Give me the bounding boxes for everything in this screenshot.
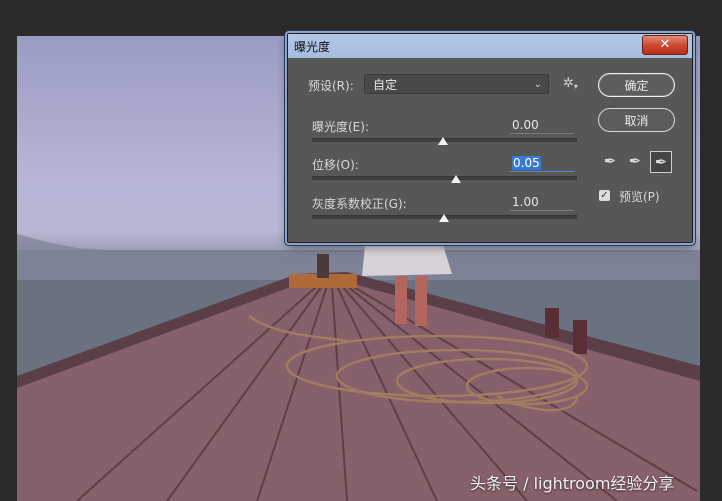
cancel-button[interactable]: 取消 <box>598 108 675 132</box>
gray-eyedropper-icon[interactable]: ✒ <box>625 151 645 171</box>
gamma-label: 灰度系数校正(G): <box>312 197 407 211</box>
chevron-down-icon: ⌄ <box>533 79 542 90</box>
dialog-title: 曝光度 <box>294 40 331 54</box>
dialog-titlebar[interactable]: 曝光度 ✕ <box>288 34 692 58</box>
gamma-slider-thumb[interactable] <box>439 214 449 222</box>
offset-value: 0.05 <box>512 156 541 170</box>
exposure-field[interactable]: 0.00 <box>510 116 574 134</box>
offset-slider-track[interactable] <box>312 176 577 180</box>
white-eyedropper-icon[interactable]: ✒ <box>650 151 672 173</box>
gamma-field[interactable]: 1.00 <box>510 193 574 211</box>
exposure-dialog: 曝光度 ✕ 预设(R): 自定 ⌄ ✲▾ 曝光度(E): 0.00 位移(O):… <box>287 33 693 243</box>
watermark-text: 头条号 / lightroom经验分享 <box>470 474 675 493</box>
offset-label: 位移(O): <box>312 158 359 172</box>
preset-value: 自定 <box>373 78 398 92</box>
exposure-value: 0.00 <box>512 118 539 132</box>
preview-label: 预览(P) <box>619 190 660 204</box>
exposure-label: 曝光度(E): <box>312 120 369 134</box>
ok-button[interactable]: 确定 <box>598 73 675 97</box>
offset-field[interactable]: 0.05 <box>510 154 574 172</box>
black-eyedropper-icon[interactable]: ✒ <box>600 151 620 171</box>
preview-checkbox[interactable]: ✓ <box>599 190 610 201</box>
preset-label: 预设(R): <box>308 79 354 93</box>
gear-icon[interactable]: ✲▾ <box>563 76 578 91</box>
offset-slider-thumb[interactable] <box>451 175 461 183</box>
preset-select[interactable]: 自定 ⌄ <box>364 74 549 94</box>
close-icon: ✕ <box>659 37 671 52</box>
close-button[interactable]: ✕ <box>642 35 688 55</box>
exposure-slider-thumb[interactable] <box>438 137 448 145</box>
gamma-value: 1.00 <box>512 195 539 209</box>
